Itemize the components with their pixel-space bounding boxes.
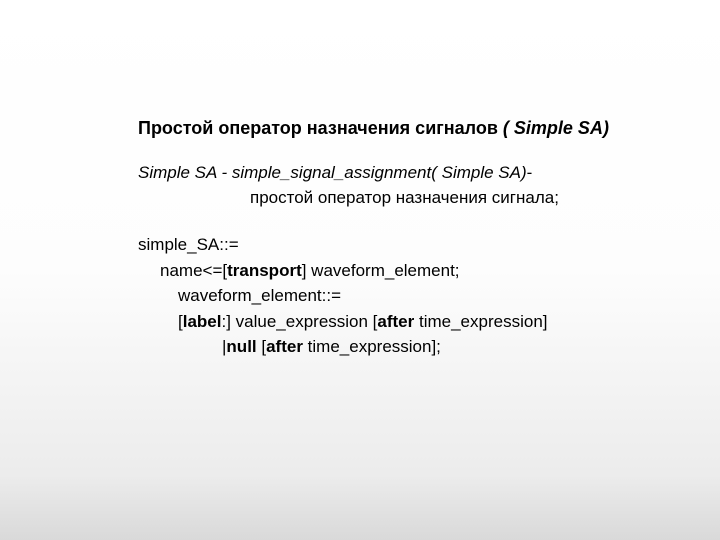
title-main: Простой оператор назначения сигналов [138,118,498,138]
desc-line2: простой оператор назначения сигнала; [138,186,680,211]
syn-l2-a: name<=[ [160,261,227,280]
syn-l2-c: ] waveform_element; [302,261,460,280]
syn-l5-c: [ [257,337,266,356]
syn-l5-e: time_expression]; [303,337,441,356]
syn-l4-e: time_expression] [414,312,547,331]
description: Simple SA - simple_signal_assignment( Si… [138,161,680,210]
syn-l4-b: label [183,312,222,331]
title-paren: ( Simple SA) [503,118,609,138]
syn-l2-b: transport [227,261,302,280]
syntax-line-3: waveform_element::= [138,283,680,309]
syntax-block: simple_SA::= name<=[transport] waveform_… [138,232,680,360]
syn-l3: waveform_element::= [138,283,341,309]
syn-l4-d: after [377,312,414,331]
syntax-line-2: name<=[transport] waveform_element; [138,258,680,284]
desc-line1-italic: Simple SA - simple_signal_assignment( Si… [138,163,527,182]
slide: Простой оператор назначения сигналов ( S… [0,0,720,540]
syn-l4-c: :] value_expression [ [221,312,377,331]
slide-title: Простой оператор назначения сигналов ( S… [138,118,680,139]
syn-l5-b: null [226,337,256,356]
desc-line1-dash: - [527,163,533,182]
syntax-line-5: |null [after time_expression]; [138,334,680,360]
syn-l5-d: after [266,337,303,356]
syntax-line-4: [label:] value_expression [after time_ex… [138,309,680,335]
syntax-line-1: simple_SA::= [138,232,680,258]
